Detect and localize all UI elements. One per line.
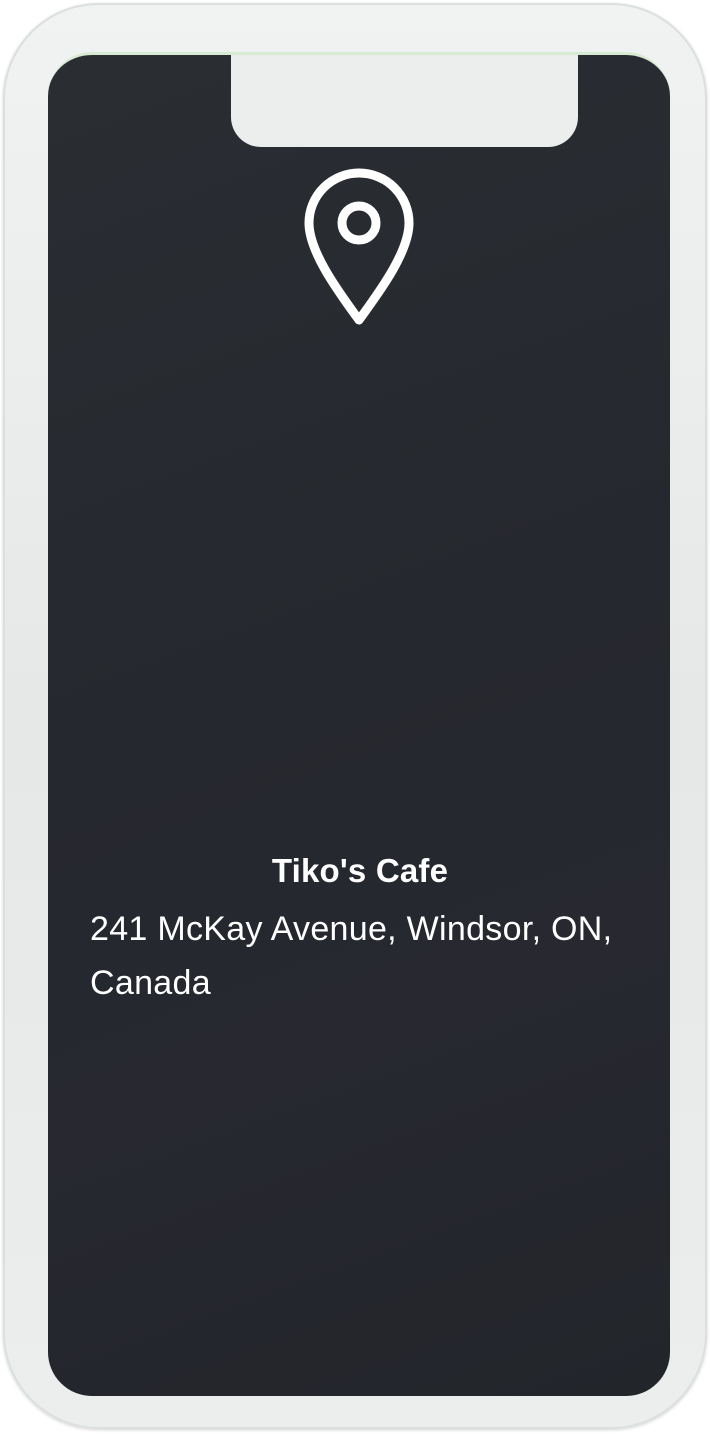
map-pin-icon bbox=[301, 165, 417, 329]
device-notch bbox=[231, 55, 578, 147]
phone-frame: Tiko's Cafe 241 McKay Avenue, Windsor, O… bbox=[3, 3, 707, 1429]
app-screen: Tiko's Cafe 241 McKay Avenue, Windsor, O… bbox=[48, 52, 670, 1396]
place-address: 241 McKay Avenue, Windsor, ON, Canada bbox=[90, 910, 613, 1002]
place-info: Tiko's Cafe 241 McKay Avenue, Windsor, O… bbox=[90, 848, 630, 1010]
place-name: Tiko's Cafe bbox=[271, 852, 449, 889]
